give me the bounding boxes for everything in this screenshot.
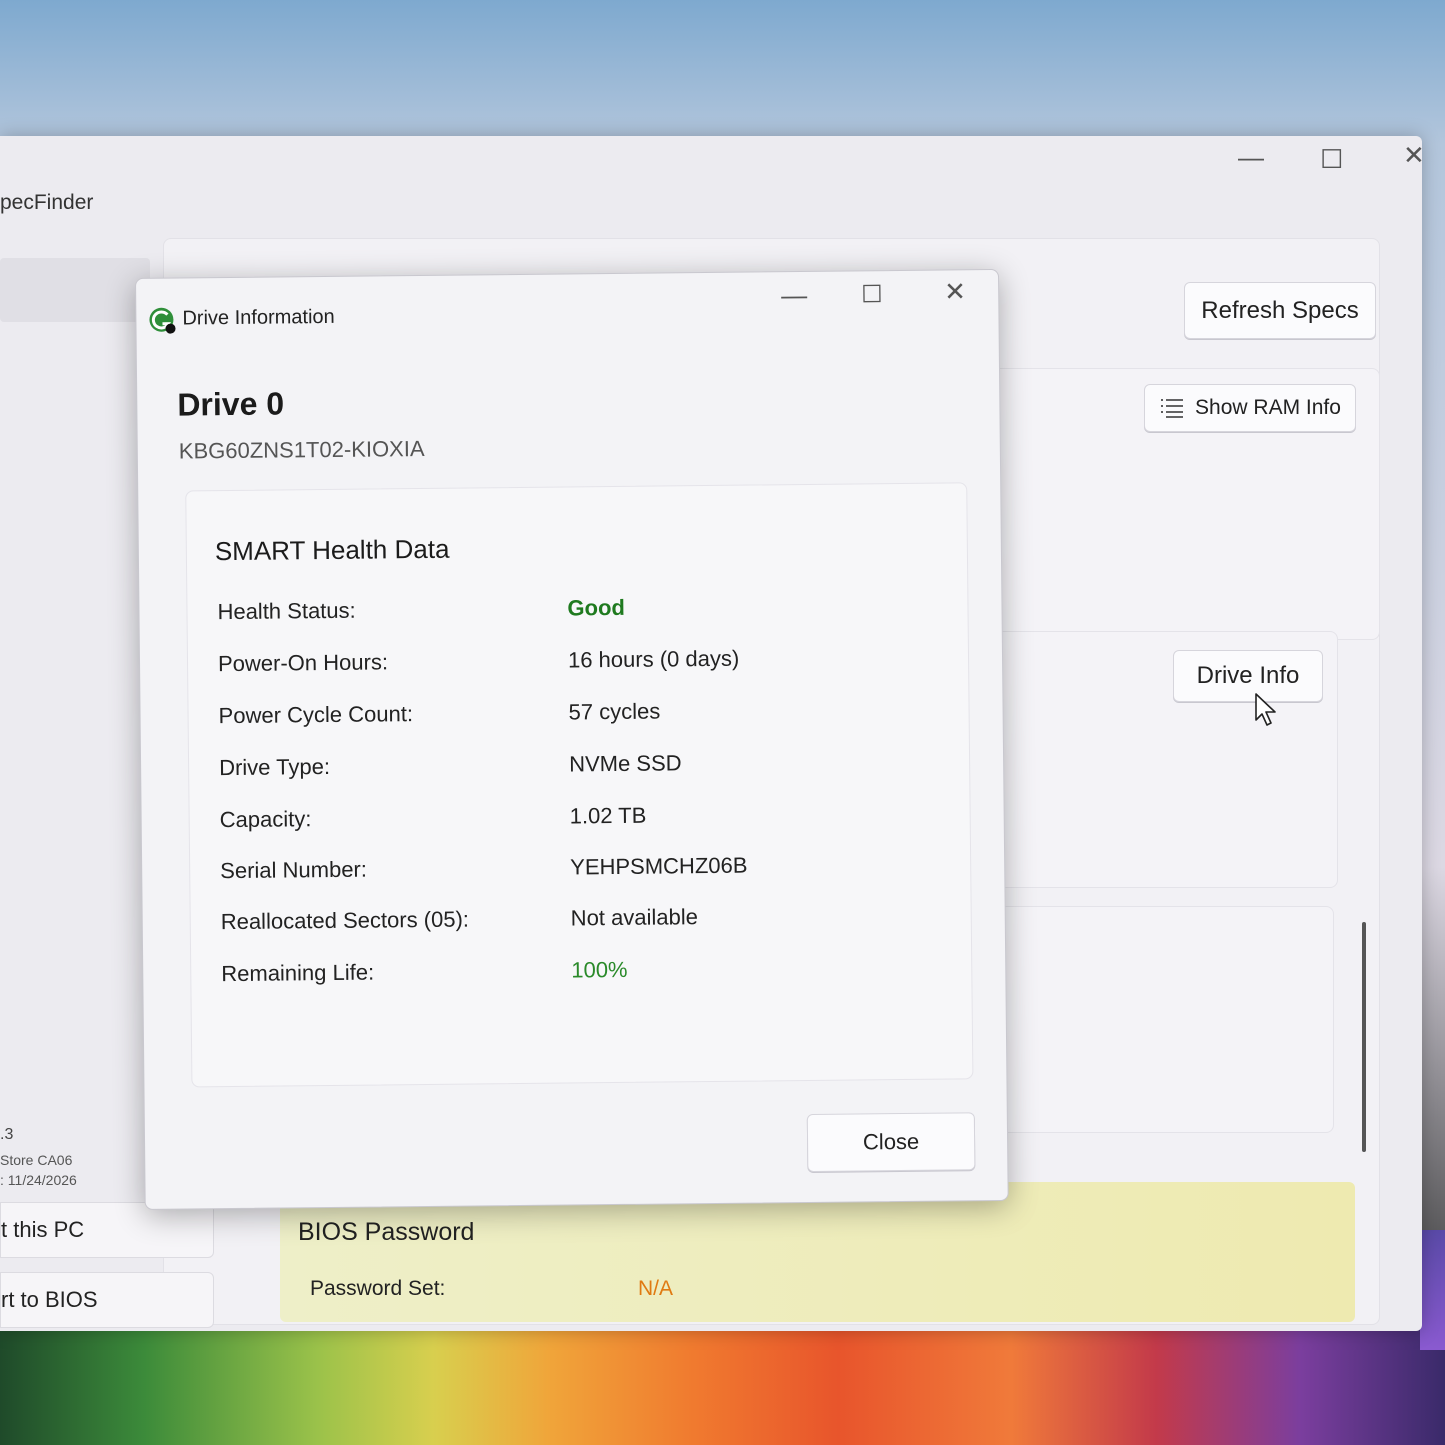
main-window-title: pecFinder — [0, 191, 94, 214]
row-label: Serial Number: — [220, 856, 368, 884]
date-text: : 11/24/2026 — [0, 1172, 77, 1188]
refresh-specs-label: Refresh Specs — [1201, 296, 1359, 324]
drive-information-dialog: Drive Information — ☐ ✕ Drive 0 KBG60ZNS… — [135, 268, 1009, 1210]
desktop-wallpaper — [0, 1320, 1445, 1445]
bios-password-title: BIOS Password — [298, 1218, 475, 1246]
info-card — [990, 906, 1334, 1133]
version-text: .3 — [0, 1126, 14, 1143]
row-label: Power-On Hours: — [217, 649, 389, 677]
minimize-icon[interactable]: — — [1238, 144, 1264, 170]
restart-to-bios-label: rt to BIOS — [1, 1287, 98, 1312]
desktop-wallpaper-edge — [1420, 1230, 1445, 1350]
sidebar-selected-item[interactable] — [0, 258, 150, 322]
drive-info-button[interactable]: Drive Info — [1173, 650, 1323, 702]
about-pc-label: t this PC — [1, 1217, 85, 1242]
password-set-label: Password Set: — [310, 1277, 446, 1300]
drive-info-label: Drive Info — [1196, 662, 1300, 689]
close-icon[interactable]: ✕ — [1403, 142, 1425, 168]
scrollbar-thumb[interactable] — [1362, 922, 1366, 1152]
row-value: Good — [567, 594, 626, 621]
show-ram-info-button[interactable]: Show RAM Info — [1144, 384, 1356, 432]
row-value: Not available — [570, 904, 699, 931]
app-icon — [149, 307, 176, 334]
row-value: 57 cycles — [568, 698, 661, 725]
row-value: 1.02 TB — [569, 802, 647, 829]
smart-health-title: SMART Health Data — [214, 533, 450, 567]
password-set-value: N/A — [638, 1277, 674, 1300]
row-label: Drive Type: — [219, 753, 331, 781]
drive-name: Drive 0 — [177, 385, 285, 423]
close-button[interactable]: Close — [806, 1112, 976, 1173]
refresh-specs-button[interactable]: Refresh Specs — [1184, 282, 1376, 339]
minimize-icon[interactable]: — — [781, 280, 807, 310]
smart-health-card: SMART Health Data Health Status: Good Po… — [185, 482, 974, 1088]
mouse-cursor-icon — [1255, 693, 1276, 726]
show-ram-info-label: Show RAM Info — [1195, 396, 1341, 419]
row-value: NVMe SSD — [568, 750, 682, 777]
about-pc-button[interactable]: t this PC — [0, 1202, 214, 1258]
row-value: 100% — [571, 956, 628, 983]
row-value: YEHPSMCHZ06B — [570, 852, 748, 880]
maximize-icon[interactable]: ☐ — [861, 281, 883, 308]
restart-to-bios-button[interactable]: rt to BIOS — [0, 1272, 214, 1328]
row-label: Reallocated Sectors (05): — [220, 906, 470, 935]
row-value: 16 hours (0 days) — [567, 645, 740, 673]
row-label: Remaining Life: — [221, 959, 375, 987]
row-label: Capacity: — [219, 806, 312, 833]
maximize-icon[interactable]: ☐ — [1320, 146, 1343, 172]
close-icon[interactable]: ✕ — [944, 276, 966, 306]
row-label: Health Status: — [217, 597, 356, 625]
store-text: Store CA06 — [0, 1152, 73, 1168]
row-label: Power Cycle Count: — [218, 701, 414, 729]
list-icon — [1161, 399, 1184, 418]
drive-model: KBG60ZNS1T02-KIOXIA — [178, 435, 425, 464]
dialog-title: Drive Information — [182, 305, 335, 330]
close-button-label: Close — [862, 1128, 920, 1155]
